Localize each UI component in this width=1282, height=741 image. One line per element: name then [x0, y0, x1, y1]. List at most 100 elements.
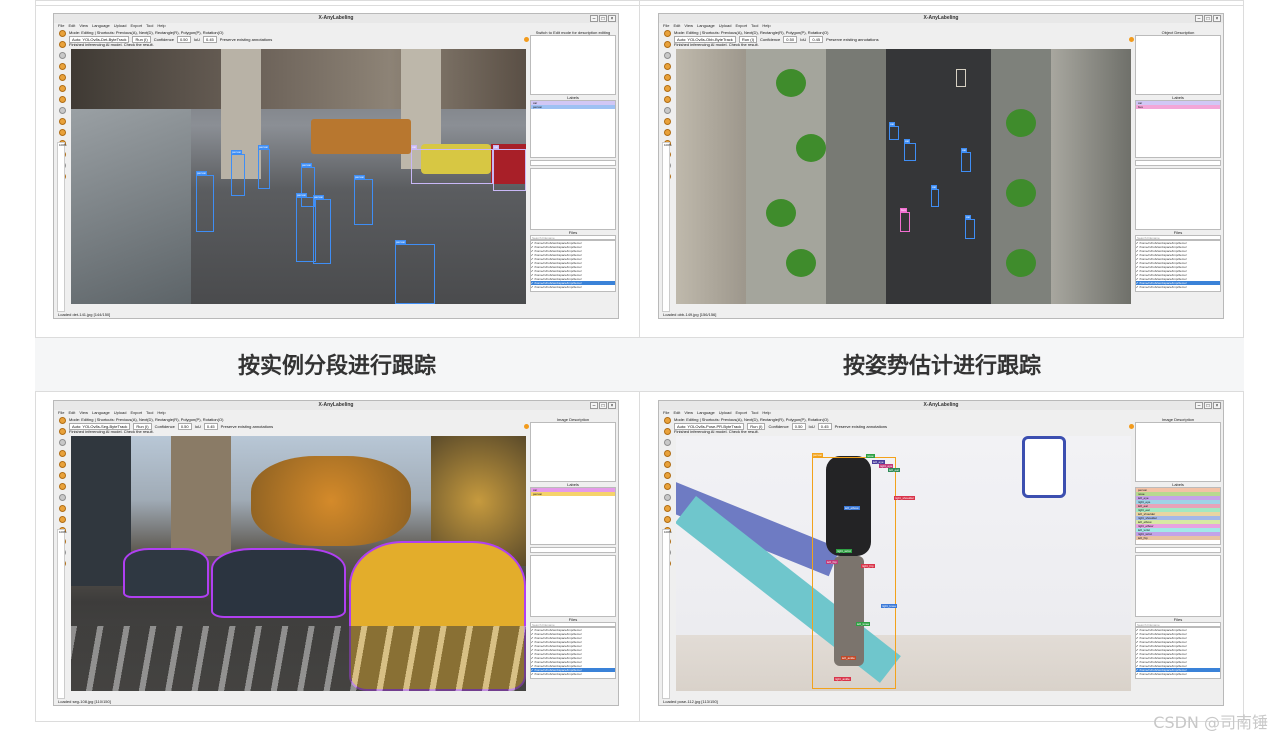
tool-icon[interactable] [663, 118, 671, 125]
brightness-icon[interactable] [524, 424, 529, 429]
car-mask[interactable] [123, 548, 209, 598]
tool-icon[interactable] [58, 107, 66, 114]
menu-upload[interactable]: Upload [114, 23, 127, 30]
tool-icon[interactable] [663, 505, 671, 512]
label-item[interactable]: left_hip [1136, 536, 1220, 540]
person-box[interactable]: person [354, 175, 373, 225]
file-list[interactable]: ✔ /home/cvhub/workspace/tmp/demo/✔ /home… [530, 240, 616, 292]
label-filter-select[interactable] [530, 160, 616, 166]
car-box[interactable]: car [889, 122, 899, 140]
menu-edit[interactable]: Edit [68, 23, 75, 30]
tool-icon[interactable] [663, 52, 671, 59]
shape-list[interactable] [1135, 168, 1221, 230]
tool-icon[interactable] [58, 417, 66, 424]
car-box[interactable]: car [931, 185, 939, 207]
brightness-icon[interactable] [1129, 424, 1134, 429]
image-canvas[interactable]: car car car car bus car [676, 49, 1131, 304]
labels-list[interactable]: car person [530, 100, 616, 158]
close-button[interactable]: × [1213, 402, 1221, 409]
shape-list[interactable] [530, 555, 616, 617]
minimize-button[interactable]: – [1195, 15, 1203, 22]
bus-box[interactable]: bus [900, 208, 910, 232]
tool-icon[interactable] [58, 483, 66, 490]
tool-icon[interactable] [58, 461, 66, 468]
tool-icon[interactable] [58, 41, 66, 48]
iou-input[interactable]: 0.45 [203, 423, 218, 430]
menu-help[interactable]: Help [762, 23, 770, 30]
tool-icon[interactable] [663, 107, 671, 114]
car-box[interactable]: car [411, 145, 493, 184]
maximize-button[interactable]: □ [599, 402, 607, 409]
menu-language[interactable]: Language [697, 23, 715, 30]
menu-upload[interactable]: Upload [114, 410, 127, 417]
label-item[interactable]: person [531, 492, 615, 496]
preserve-annotations-checkbox[interactable]: Preserve existing annotations [835, 424, 887, 429]
brightness-icon[interactable] [524, 37, 529, 42]
tool-icon[interactable] [663, 472, 671, 479]
menu-view[interactable]: View [684, 23, 693, 30]
tool-icon[interactable] [58, 63, 66, 70]
menu-tool[interactable]: Tool [146, 23, 153, 30]
menu-file[interactable]: File [58, 23, 64, 30]
menu-upload[interactable]: Upload [719, 410, 732, 417]
description-box[interactable] [530, 35, 616, 95]
tool-icon[interactable] [663, 483, 671, 490]
tool-icon[interactable] [663, 30, 671, 37]
label-item[interactable]: bus [1136, 105, 1220, 109]
menu-file[interactable]: File [663, 23, 669, 30]
zoom-slider[interactable]: 100% [662, 142, 672, 312]
menu-help[interactable]: Help [157, 410, 165, 417]
person-box[interactable]: person [258, 145, 270, 189]
label-filter-select[interactable] [1135, 547, 1221, 553]
file-list[interactable]: ✔ /home/cvhub/workspace/tmp/demo/✔ /home… [1135, 240, 1221, 292]
file-row[interactable]: ✔ /home/cvhub/workspace/tmp/demo/ [1136, 672, 1220, 676]
zoom-slider[interactable]: 100% [662, 529, 672, 699]
description-box[interactable] [1135, 422, 1221, 482]
preserve-annotations-checkbox[interactable]: Preserve existing annotations [220, 37, 272, 42]
tool-icon[interactable] [58, 52, 66, 59]
preserve-annotations-checkbox[interactable]: Preserve existing annotations [221, 424, 273, 429]
tool-icon[interactable] [58, 505, 66, 512]
menu-view[interactable]: View [684, 410, 693, 417]
tool-icon[interactable] [663, 74, 671, 81]
minimize-button[interactable]: – [590, 15, 598, 22]
label-item[interactable]: person [531, 105, 615, 109]
tool-icon[interactable] [58, 118, 66, 125]
file-row[interactable]: ✔ /home/cvhub/workspace/tmp/demo/ [531, 285, 615, 289]
car-box[interactable] [956, 69, 966, 87]
tool-icon[interactable] [58, 85, 66, 92]
person-box[interactable]: person [196, 171, 214, 232]
car-box[interactable]: car [961, 148, 971, 172]
confidence-input[interactable]: 0.50 [791, 423, 806, 430]
menu-language[interactable]: Language [92, 23, 110, 30]
tool-icon[interactable] [663, 428, 671, 435]
maximize-button[interactable]: □ [1204, 402, 1212, 409]
label-filter-select[interactable] [530, 547, 616, 553]
close-button[interactable]: × [1213, 15, 1221, 22]
tool-icon[interactable] [58, 450, 66, 457]
tool-icon[interactable] [58, 30, 66, 37]
close-button[interactable]: × [608, 15, 616, 22]
car-box[interactable]: car [904, 139, 916, 161]
tool-icon[interactable] [663, 450, 671, 457]
confidence-input[interactable]: 0.50 [176, 36, 191, 43]
person-box[interactable]: person [395, 240, 435, 304]
car-box[interactable]: car [965, 215, 975, 239]
labels-list[interactable]: car bus [1135, 100, 1221, 158]
tool-icon[interactable] [663, 439, 671, 446]
menu-edit[interactable]: Edit [673, 410, 680, 417]
file-row[interactable]: ✔ /home/cvhub/workspace/tmp/demo/ [1136, 285, 1220, 289]
tool-icon[interactable] [663, 85, 671, 92]
iou-input[interactable]: 0.45 [809, 36, 824, 43]
menu-export[interactable]: Export [130, 410, 142, 417]
description-box[interactable] [1135, 35, 1221, 95]
tool-icon[interactable] [663, 96, 671, 103]
minimize-button[interactable]: – [590, 402, 598, 409]
menu-export[interactable]: Export [735, 410, 747, 417]
tool-icon[interactable] [58, 129, 66, 136]
person-box[interactable]: person [231, 150, 245, 196]
menu-view[interactable]: View [79, 23, 88, 30]
tool-icon[interactable] [58, 516, 66, 523]
labels-list[interactable]: car person [530, 487, 616, 545]
file-row[interactable]: ✔ /home/cvhub/workspace/tmp/demo/ [531, 672, 615, 676]
